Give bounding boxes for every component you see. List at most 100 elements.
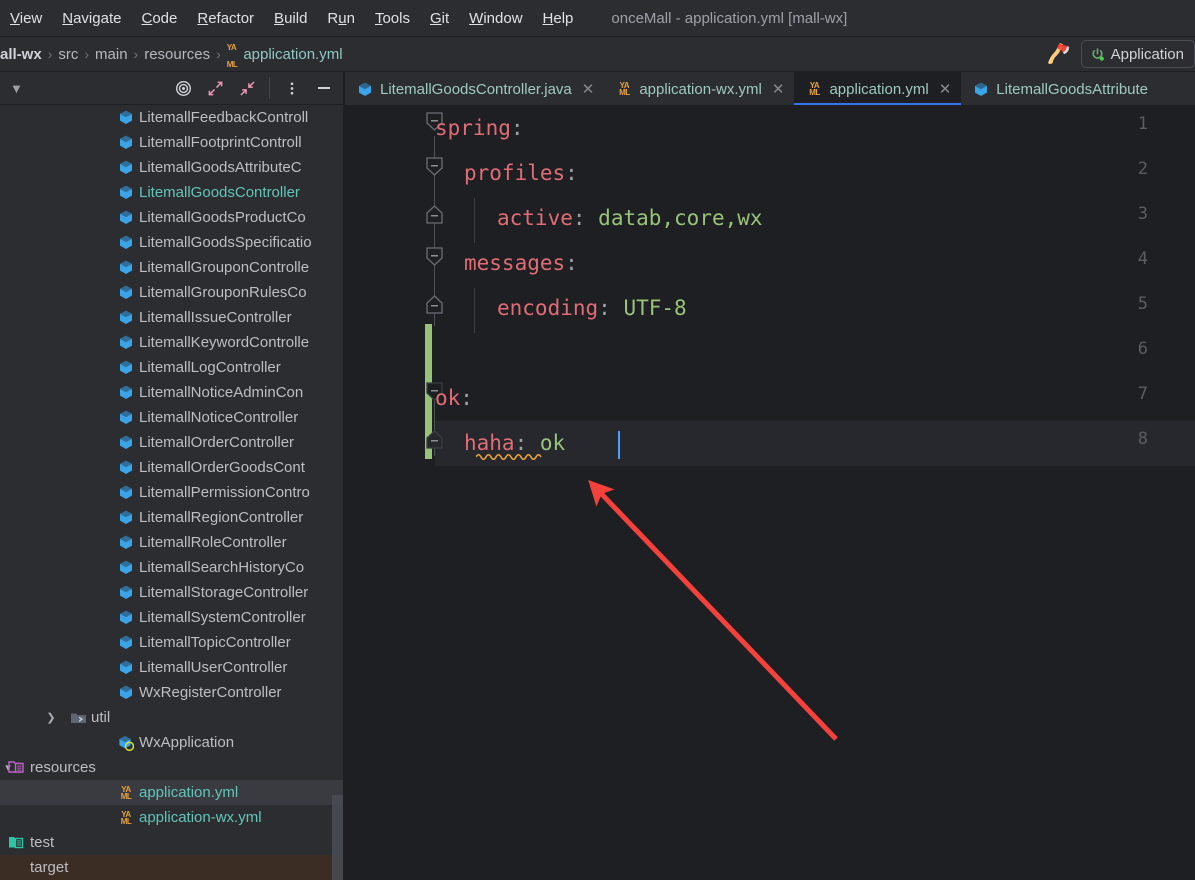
hammer-icon[interactable]: 🪓 — [1047, 42, 1071, 66]
tree-item[interactable]: YA ML application.yml — [0, 780, 345, 805]
tree-item[interactable]: LitemallNoticeController — [0, 405, 345, 430]
package-folder-icon — [69, 710, 87, 726]
class-icon — [117, 285, 135, 301]
tab-close-icon[interactable]: ✕ — [582, 80, 595, 98]
ide-window: View Navigate Code Refactor Build Run To… — [0, 0, 1195, 880]
tree-item-label: LitemallSearchHistoryCo — [139, 559, 305, 576]
tree-item[interactable]: LitemallFootprintControll — [0, 130, 345, 155]
tree-item-label: LitemallFeedbackControll — [139, 109, 309, 126]
code-line-3[interactable]: active: datab,core,wx — [435, 196, 763, 241]
tree-item[interactable]: LitemallGoodsProductCo — [0, 205, 345, 230]
breadcrumb-item-module[interactable]: all-wx — [0, 46, 42, 63]
code-line-4[interactable]: messages: — [435, 241, 578, 286]
tree-item[interactable]: LitemallOrderController — [0, 430, 345, 455]
tree-item[interactable]: LitemallFeedbackControll — [0, 105, 345, 130]
tree-item-label: LitemallGoodsSpecificatio — [139, 234, 312, 251]
tree-item[interactable]: LitemallOrderGoodsCont — [0, 455, 345, 480]
tree-item-label: resources — [30, 759, 96, 776]
text-caret — [618, 431, 620, 459]
code-line-2[interactable]: profiles: — [435, 151, 578, 196]
menu-item-window[interactable]: Window — [460, 8, 531, 29]
tab-application-yml[interactable]: YA ML application.yml ✕ — [794, 72, 962, 105]
yaml-key: spring — [435, 116, 511, 140]
line-number: 5 — [1137, 294, 1148, 314]
code-editor[interactable]: 1 2 3 4 5 6 7 8 spring: profiles: active… — [345, 106, 1195, 880]
menu-item-view[interactable]: View — [1, 8, 51, 29]
code-line-5[interactable]: encoding: UTF-8 — [435, 286, 687, 331]
tree-item[interactable]: LitemallTopicController — [0, 630, 345, 655]
code-line-7[interactable]: ok: — [435, 376, 473, 421]
project-tree[interactable]: LitemallFeedbackControll LitemallFootprin… — [0, 105, 345, 880]
tree-item-label: application-wx.yml — [139, 809, 262, 826]
class-icon — [117, 585, 135, 601]
breadcrumb: all-wx › src › main › resources › YA ML a… — [0, 37, 343, 71]
yaml-key: messages — [464, 251, 566, 275]
yaml-colon: : — [460, 386, 473, 410]
tree-item[interactable]: LitemallNoticeAdminCon — [0, 380, 345, 405]
tree-item[interactable]: target — [0, 855, 345, 880]
tree-item[interactable]: ▾ resources — [0, 755, 345, 780]
breadcrumb-item-src[interactable]: src — [58, 46, 78, 63]
yaml-icon: YA ML — [226, 43, 238, 69]
breadcrumb-separator: › — [84, 46, 90, 62]
tree-item[interactable]: LitemallGoodsSpecificatio — [0, 230, 345, 255]
line-number: 4 — [1137, 249, 1148, 269]
tree-item[interactable]: LitemallIssueController — [0, 305, 345, 330]
project-tree-scrollbar[interactable] — [332, 795, 343, 880]
tree-item[interactable]: LitemallGrouponRulesCo — [0, 280, 345, 305]
class-icon — [117, 560, 135, 576]
tab-close-icon[interactable]: ✕ — [939, 80, 952, 98]
tool-window-header: ▼ — [0, 72, 345, 105]
menu-item-navigate[interactable]: Navigate — [53, 8, 130, 29]
tab-application-wx-yml[interactable]: YA ML application-wx.yml ✕ — [604, 72, 794, 105]
target-icon[interactable] — [170, 75, 196, 101]
tree-item[interactable]: LitemallGoodsAttributeC — [0, 155, 345, 180]
tree-item[interactable]: test — [0, 830, 345, 855]
tab-close-icon[interactable]: ✕ — [772, 80, 785, 98]
breadcrumb-item-resources[interactable]: resources — [144, 46, 210, 63]
expand-all-icon[interactable] — [202, 75, 228, 101]
menu-item-build[interactable]: Build — [265, 8, 316, 29]
tree-item[interactable]: YA ML application-wx.yml — [0, 805, 345, 830]
tab-litemall-goods-controller-java[interactable]: LitemallGoodsController.java ✕ — [345, 72, 604, 105]
tree-item[interactable]: LitemallGrouponControlle — [0, 255, 345, 280]
tree-item[interactable]: LitemallRegionController — [0, 505, 345, 530]
tree-item[interactable]: LitemallKeywordControlle — [0, 330, 345, 355]
collapse-all-icon[interactable] — [234, 75, 260, 101]
more-options-icon[interactable] — [279, 75, 305, 101]
tree-item[interactable]: LitemallRoleController — [0, 530, 345, 555]
editor-gutter[interactable] — [345, 106, 435, 880]
code-line-1[interactable]: spring: — [435, 106, 524, 151]
menu-item-code[interactable]: Code — [132, 8, 186, 29]
tree-item[interactable]: WxApplication — [0, 730, 345, 755]
tree-item[interactable]: WxRegisterController — [0, 680, 345, 705]
menu-item-help[interactable]: Help — [534, 8, 583, 29]
tab-litemall-goods-attribute[interactable]: LitemallGoodsAttribute — [961, 72, 1158, 105]
class-icon — [117, 385, 135, 401]
tree-item[interactable]: LitemallSystemController — [0, 605, 345, 630]
breadcrumb-item-main[interactable]: main — [95, 46, 128, 63]
class-icon — [117, 685, 135, 701]
menu-item-refactor[interactable]: Refactor — [188, 8, 263, 29]
tree-item[interactable]: LitemallSearchHistoryCo — [0, 555, 345, 580]
tree-item[interactable]: LitemallLogController — [0, 355, 345, 380]
breadcrumb-item-file[interactable]: YA ML application.yml — [227, 37, 343, 71]
class-icon — [117, 135, 135, 151]
chevron-down-icon[interactable]: ▼ — [10, 81, 23, 96]
minimize-icon[interactable] — [311, 75, 337, 101]
tree-item[interactable]: LitemallUserController — [0, 655, 345, 680]
tree-item[interactable]: LitemallPermissionContro — [0, 480, 345, 505]
run-configuration-selector[interactable]: Application — [1080, 40, 1195, 68]
menu-item-tools[interactable]: Tools — [366, 8, 419, 29]
tree-item-label: LitemallNoticeAdminCon — [139, 384, 304, 401]
tree-item[interactable]: LitemallStorageController — [0, 580, 345, 605]
menu-item-git[interactable]: Git — [421, 8, 458, 29]
tree-item-label: WxRegisterController — [139, 684, 282, 701]
tree-item-label: target — [30, 859, 69, 876]
chevron-right-icon[interactable]: ❯ — [43, 711, 59, 724]
menu-item-run[interactable]: Run — [318, 8, 364, 29]
tree-item[interactable]: ❯ util — [0, 705, 345, 730]
test-folder-icon — [8, 835, 26, 851]
class-icon — [117, 535, 135, 551]
tree-item[interactable]: LitemallGoodsController — [0, 180, 345, 205]
